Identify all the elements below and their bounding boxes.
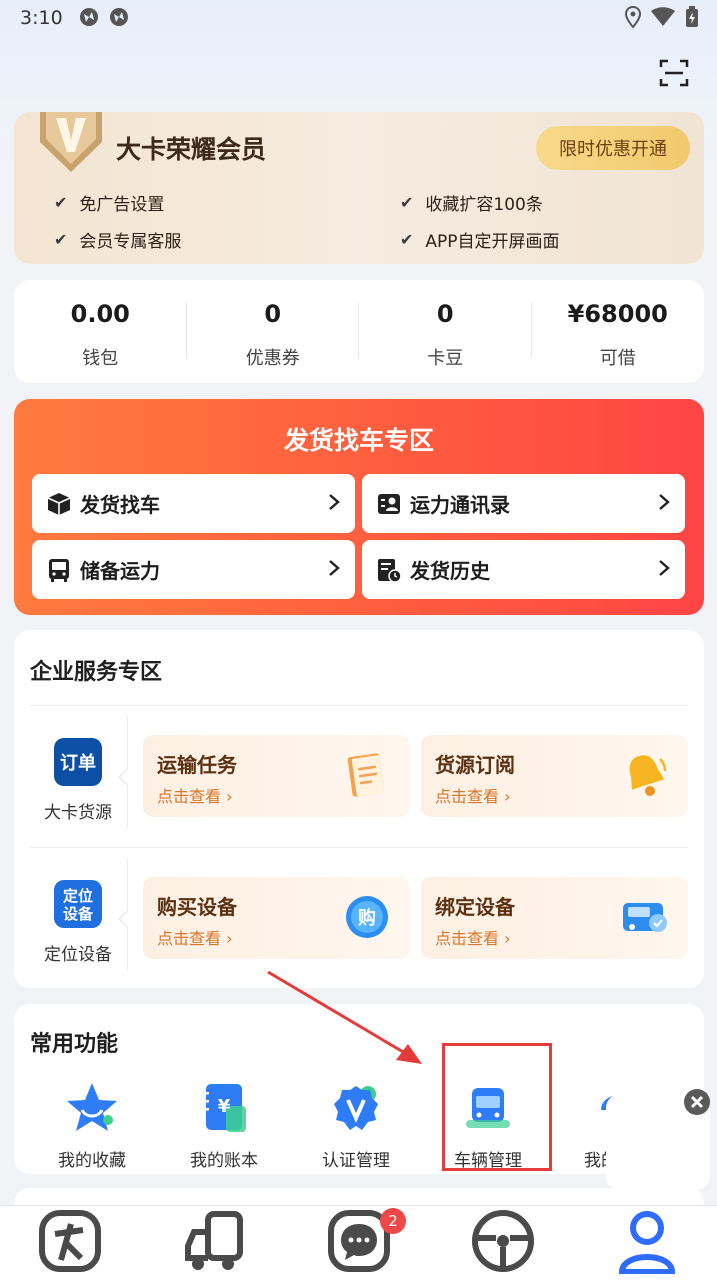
locator-device-icon: 定位设备 bbox=[54, 880, 102, 928]
app-notification-icon bbox=[80, 8, 98, 26]
status-time: 3:10 bbox=[20, 7, 63, 29]
shipping-zone: 发货找车专区 发货找车 运力通讯录 储备运力 发货历史 bbox=[14, 399, 704, 615]
vip-title: 大卡荣耀会员 bbox=[116, 135, 267, 164]
enterprise-title: 企业服务专区 bbox=[30, 660, 163, 685]
tab-cargo[interactable] bbox=[155, 1206, 275, 1280]
vip-benefit: ✔ 免广告设置 bbox=[54, 193, 165, 215]
stat-loan[interactable]: ¥68000 可借 bbox=[532, 280, 705, 383]
chevron-right-icon bbox=[329, 494, 340, 510]
svg-text:定位: 定位 bbox=[63, 887, 93, 905]
ship-contacts-button[interactable]: 运力通讯录 bbox=[362, 474, 685, 533]
ent-group-devices[interactable]: 定位 设备 定位设备 bbox=[30, 878, 126, 965]
location-icon bbox=[625, 6, 641, 28]
bottom-tab-bar bbox=[0, 1205, 717, 1280]
battery-icon bbox=[686, 6, 698, 27]
tab-drive[interactable] bbox=[443, 1206, 563, 1280]
annotation-arrow bbox=[267, 970, 422, 1064]
svg-text:¥: ¥ bbox=[218, 1096, 231, 1117]
chevron-right-icon bbox=[329, 560, 340, 576]
functions-title: 常用功能 bbox=[30, 1032, 119, 1057]
home-logo-icon bbox=[39, 1210, 101, 1272]
vip-membership-card[interactable]: 大卡荣耀会员 限时优惠开通 ✔ 免广告设置 ✔ 收藏扩容100条 ✔ 会员专属客服 ✔… bbox=[14, 112, 704, 264]
ship-find-truck-button[interactable]: 发货找车 bbox=[32, 474, 355, 533]
vip-badge-icon bbox=[40, 112, 102, 172]
ship-reserve-button[interactable]: 储备运力 bbox=[32, 540, 355, 599]
order-icon: 订单 bbox=[54, 738, 102, 786]
vip-benefit: ✔ 会员专属客服 bbox=[54, 230, 182, 252]
wifi-icon bbox=[651, 7, 675, 26]
svg-text:设备: 设备 bbox=[63, 905, 94, 923]
stat-coupons[interactable]: 0 优惠券 bbox=[187, 280, 359, 383]
check-icon: ✔ bbox=[400, 230, 414, 249]
ledger-icon: ¥ bbox=[202, 1084, 246, 1132]
vip-benefit: ✔ 收藏扩容100条 bbox=[400, 193, 543, 215]
star-icon bbox=[67, 1083, 117, 1131]
tile-cargo-subscription[interactable]: 货源订阅 点击查看 › bbox=[421, 735, 688, 817]
tile-bind-device[interactable]: 绑定设备 点击查看 › bbox=[421, 877, 688, 959]
truck-icon bbox=[185, 1211, 243, 1270]
bind-vehicle-icon bbox=[623, 903, 667, 932]
scan-icon[interactable] bbox=[659, 58, 689, 88]
func-verification[interactable]: 认证管理 bbox=[296, 1080, 416, 1171]
stat-beans[interactable]: 0 卡豆 bbox=[359, 280, 532, 383]
verified-badge-icon bbox=[334, 1086, 378, 1130]
tab-home[interactable] bbox=[10, 1206, 130, 1280]
ent-group-cargo[interactable]: 订单 大卡货源 bbox=[30, 736, 126, 823]
history-icon bbox=[378, 558, 402, 583]
contacts-icon bbox=[378, 493, 400, 514]
ship-history-button[interactable]: 发货历史 bbox=[362, 540, 685, 599]
enterprise-services: 企业服务专区 订单 大卡货源 运输任务 点击查看 › 货源订阅 点击查看 › 定… bbox=[14, 630, 704, 988]
chevron-right-icon bbox=[659, 494, 670, 510]
steering-wheel-icon bbox=[472, 1210, 534, 1272]
check-icon: ✔ bbox=[54, 230, 68, 249]
clipboard-icon bbox=[347, 753, 385, 797]
chevron-right-icon bbox=[659, 560, 670, 576]
vip-open-button[interactable]: 限时优惠开通 bbox=[536, 126, 690, 170]
tile-buy-device[interactable]: 购买设备 点击查看 › 购 bbox=[143, 877, 410, 959]
vip-benefit: ✔ APP自定开屏画面 bbox=[400, 230, 560, 252]
buy-icon: 购 bbox=[346, 896, 388, 938]
account-stats: 0.00 钱包 0 优惠券 0 卡豆 ¥68000 可借 bbox=[14, 280, 704, 383]
user-icon bbox=[618, 1211, 676, 1274]
stat-wallet[interactable]: 0.00 钱包 bbox=[14, 280, 187, 383]
app-notification-icon bbox=[110, 8, 128, 26]
chat-unread-badge: 2 bbox=[380, 1208, 406, 1234]
close-icon[interactable] bbox=[684, 1089, 710, 1115]
check-icon: ✔ bbox=[54, 193, 68, 212]
svg-text:购: 购 bbox=[358, 907, 376, 929]
bus-icon bbox=[49, 558, 69, 582]
svg-text:订单: 订单 bbox=[60, 752, 96, 774]
func-favorites[interactable]: 我的收藏 bbox=[32, 1080, 152, 1171]
shipping-title: 发货找车专区 bbox=[283, 426, 434, 455]
bell-icon bbox=[629, 755, 667, 796]
tile-transport-tasks[interactable]: 运输任务 点击查看 › bbox=[143, 735, 410, 817]
func-ledger[interactable]: ¥ 我的账本 bbox=[164, 1080, 284, 1171]
check-icon: ✔ bbox=[400, 193, 414, 212]
status-bar: 3:10 bbox=[0, 0, 717, 38]
tab-me[interactable] bbox=[587, 1206, 707, 1280]
annotation-highlight-box bbox=[442, 1043, 552, 1171]
box-icon bbox=[47, 492, 71, 515]
